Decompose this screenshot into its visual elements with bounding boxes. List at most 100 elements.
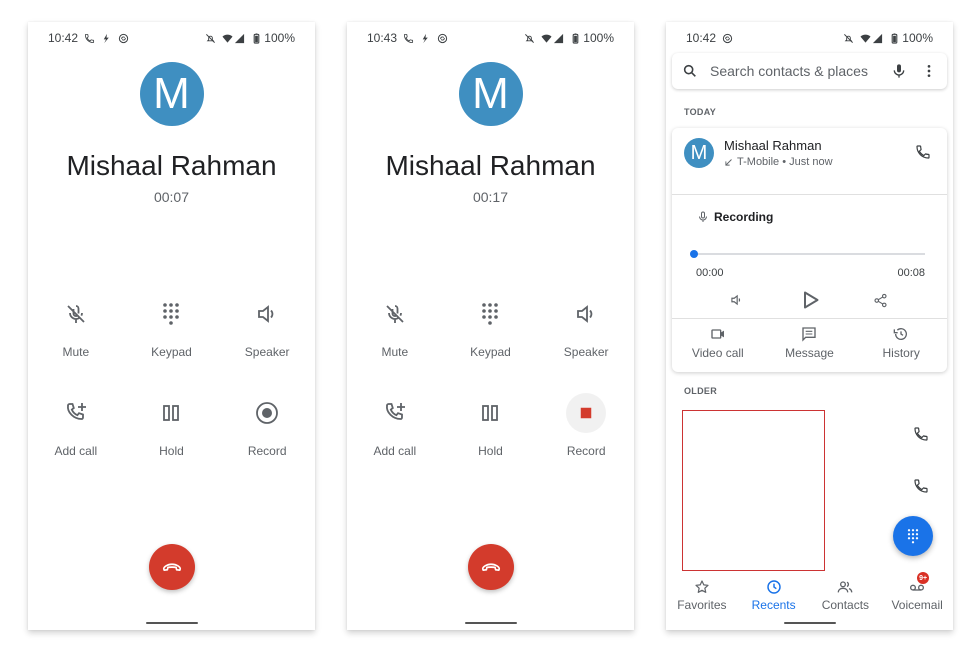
play-button[interactable] bbox=[798, 288, 822, 312]
speaker-button[interactable]: Speaker bbox=[219, 292, 315, 359]
record-icon bbox=[245, 391, 289, 435]
keypad-label: Keypad bbox=[151, 345, 192, 359]
notifications-off-icon bbox=[843, 33, 854, 44]
contact-avatar: M bbox=[458, 62, 523, 126]
search-icon[interactable] bbox=[682, 61, 698, 81]
nav-voicemail[interactable]: 9+ Voicemail bbox=[881, 572, 953, 630]
phone-call-icon bbox=[84, 33, 95, 44]
hold-button[interactable]: Hold bbox=[124, 391, 220, 458]
video-call-label: Video call bbox=[691, 346, 744, 360]
video-call-button[interactable]: Video call bbox=[672, 326, 764, 360]
keypad-button[interactable]: Keypad bbox=[443, 292, 539, 359]
hang-up-icon bbox=[161, 556, 183, 578]
message-icon bbox=[801, 326, 817, 342]
gesture-bar[interactable] bbox=[145, 622, 198, 624]
speaker-icon bbox=[564, 292, 608, 336]
more-options-icon[interactable] bbox=[921, 61, 937, 81]
volume-icon bbox=[729, 293, 743, 307]
nav-favorites[interactable]: Favorites bbox=[666, 578, 738, 630]
voicemail-icon: 9+ bbox=[909, 572, 930, 596]
end-call-button[interactable] bbox=[467, 544, 514, 590]
voicemail-badge: 9+ bbox=[917, 572, 930, 584]
speaker-icon bbox=[245, 292, 289, 336]
add-call-icon bbox=[373, 391, 417, 435]
call-timer: 00:17 bbox=[472, 189, 509, 205]
nav-label: Voicemail bbox=[891, 598, 943, 612]
speaker-button[interactable]: Speaker bbox=[538, 292, 634, 359]
mic-off-icon bbox=[373, 292, 417, 336]
mute-label: Mute bbox=[381, 345, 409, 359]
hold-button[interactable]: Hold bbox=[443, 391, 539, 458]
nav-label: Recents bbox=[751, 598, 796, 612]
dialpad-icon bbox=[149, 292, 193, 336]
search-bar[interactable] bbox=[672, 53, 947, 89]
keypad-button[interactable]: Keypad bbox=[124, 292, 220, 359]
flash-icon bbox=[101, 33, 112, 44]
status-time: 10:42 bbox=[48, 31, 79, 45]
record-label: Record bbox=[247, 444, 287, 458]
expanded-call-entry: M Mishaal Rahman T-Mobile • Just now Rec… bbox=[672, 128, 947, 372]
cell-signal-icon bbox=[553, 33, 564, 44]
battery-icon bbox=[570, 33, 581, 44]
status-bar: 10:42 100% bbox=[48, 31, 295, 45]
call-detail-text: T-Mobile • Just now bbox=[737, 156, 833, 168]
record-button[interactable]: Record bbox=[219, 391, 315, 458]
call-back-button[interactable] bbox=[911, 140, 935, 164]
caller-name: Mishaal Rahman bbox=[66, 150, 277, 181]
contact-avatar[interactable]: M bbox=[684, 138, 714, 168]
pause-icon bbox=[149, 391, 193, 435]
speaker-toggle-button[interactable] bbox=[728, 292, 744, 308]
add-call-label: Add call bbox=[373, 444, 417, 458]
add-call-icon bbox=[54, 391, 98, 435]
play-icon bbox=[800, 290, 820, 310]
gesture-bar[interactable] bbox=[783, 622, 836, 624]
mic-icon bbox=[698, 211, 708, 223]
add-call-button[interactable]: Add call bbox=[347, 391, 443, 458]
stop-record-button[interactable]: Record bbox=[538, 391, 634, 458]
call-button[interactable] bbox=[911, 476, 931, 496]
incoming-call-icon bbox=[724, 158, 733, 167]
mute-button[interactable]: Mute bbox=[347, 292, 443, 359]
gesture-bar[interactable] bbox=[464, 622, 517, 624]
dialpad-icon bbox=[906, 528, 920, 544]
recording-seekbar[interactable] bbox=[690, 250, 925, 258]
playback-controls bbox=[672, 288, 947, 312]
share-button[interactable] bbox=[872, 292, 888, 308]
message-button[interactable]: Message bbox=[764, 326, 856, 360]
in-call-screen-1: 10:42 100% M Mishaal Rahman 00:07 Mute K… bbox=[28, 22, 315, 630]
history-icon bbox=[893, 326, 909, 342]
battery-percent: 100% bbox=[583, 31, 614, 45]
mute-button[interactable]: Mute bbox=[28, 292, 124, 359]
recents-screen: 10:42 100% TODAY M Mishaal Rahman T-Mobi… bbox=[666, 22, 953, 630]
wifi-icon bbox=[541, 33, 552, 44]
hold-label: Hold bbox=[159, 444, 184, 458]
stop-record-icon bbox=[566, 393, 607, 433]
search-input[interactable] bbox=[710, 63, 891, 79]
speaker-label: Speaker bbox=[244, 345, 290, 359]
recording-header: Recording bbox=[698, 210, 773, 224]
recording-title: Recording bbox=[714, 210, 774, 224]
add-call-button[interactable]: Add call bbox=[28, 391, 124, 458]
end-call-button[interactable] bbox=[148, 544, 195, 590]
history-button[interactable]: History bbox=[855, 326, 947, 360]
battery-icon bbox=[251, 33, 262, 44]
call-controls: Mute Keypad Speaker Add call Hold Record bbox=[28, 292, 315, 458]
wifi-icon bbox=[222, 33, 233, 44]
voice-search-icon[interactable] bbox=[891, 61, 907, 81]
seekbar-thumb[interactable] bbox=[690, 250, 698, 258]
call-button[interactable] bbox=[911, 424, 931, 444]
redacted-region bbox=[682, 410, 825, 571]
cell-signal-icon bbox=[872, 33, 883, 44]
video-call-icon bbox=[710, 326, 726, 342]
status-time: 10:43 bbox=[367, 31, 398, 45]
cell-signal-icon bbox=[234, 33, 245, 44]
section-older: OLDER bbox=[684, 386, 717, 396]
phone-icon bbox=[913, 426, 929, 442]
divider bbox=[672, 194, 947, 195]
call-controls: Mute Keypad Speaker Add call Hold Record bbox=[347, 292, 634, 458]
nav-label: Favorites bbox=[677, 598, 727, 612]
phone-icon bbox=[915, 144, 931, 160]
speaker-label: Speaker bbox=[563, 345, 609, 359]
dialpad-fab[interactable] bbox=[893, 516, 933, 556]
battery-percent: 100% bbox=[264, 31, 295, 45]
